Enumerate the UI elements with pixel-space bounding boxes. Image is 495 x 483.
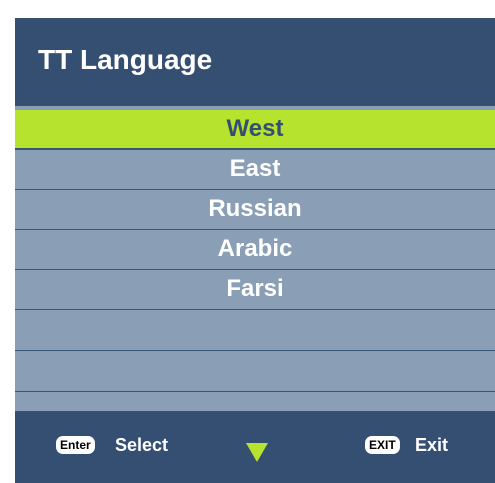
exit-key-icon: EXIT <box>365 436 400 454</box>
language-option-west[interactable]: West <box>15 110 495 150</box>
select-hint-label: Select <box>115 435 169 455</box>
title-bar: TT Language <box>15 18 495 106</box>
empty-list-row <box>15 351 495 392</box>
enter-key-icon: Enter <box>56 436 95 454</box>
language-option-russian[interactable]: Russian <box>15 190 495 230</box>
language-option-arabic[interactable]: Arabic <box>15 230 495 270</box>
menu-title: TT Language <box>38 44 213 75</box>
tt-language-menu: TT Language West East Russian Arabic Far… <box>15 18 495 483</box>
language-option-east[interactable]: East <box>15 150 495 190</box>
language-option-farsi[interactable]: Farsi <box>15 270 495 310</box>
exit-hint-label: Exit <box>415 435 449 455</box>
footer-hint-bar: Enter Select EXIT Exit <box>15 411 495 483</box>
empty-list-row <box>15 310 495 351</box>
scroll-down-arrow-icon[interactable] <box>246 443 268 462</box>
language-list: West East Russian Arabic Farsi <box>15 110 495 392</box>
